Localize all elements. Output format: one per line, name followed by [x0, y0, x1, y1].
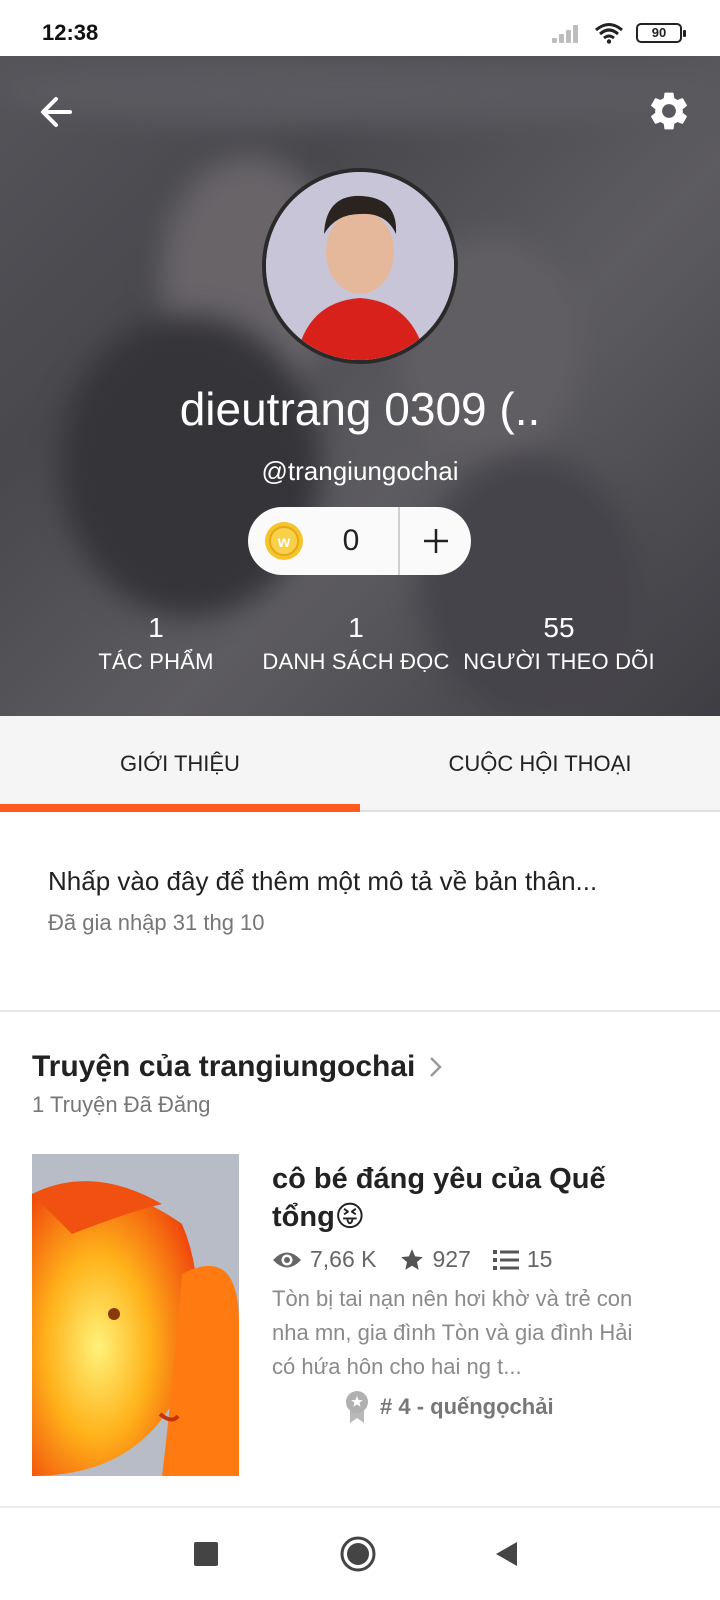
story-cover [32, 1154, 239, 1476]
stat-reading-lists-value: 1 [348, 612, 364, 643]
gear-icon [651, 92, 687, 130]
tab-conversations[interactable]: CUỘC HỘI THOẠI [360, 716, 720, 812]
list-icon [492, 1249, 519, 1270]
back-nav-button[interactable] [484, 1532, 528, 1576]
stat-reading-lists[interactable]: 1 DANH SÁCH ĐỌC [256, 611, 456, 679]
system-nav-bar [0, 1508, 720, 1600]
circle-icon [340, 1536, 376, 1572]
story-votes-count: 927 [432, 1246, 471, 1272]
avatar[interactable] [262, 168, 458, 364]
coin-count: 0 [342, 524, 360, 557]
settings-button[interactable] [646, 88, 692, 134]
svg-text:w: w [277, 534, 291, 551]
plus-icon [423, 529, 448, 553]
story-description: Tòn bị tai nạn nên hơi khờ và trẻ con nh… [272, 1286, 633, 1379]
stories-count: 1 Truyện Đã Đăng [32, 1092, 211, 1117]
stat-works-value: 1 [148, 612, 164, 643]
back-button[interactable] [36, 92, 76, 132]
chevron-right-icon [430, 1057, 443, 1077]
story-parts-count: 15 [526, 1246, 553, 1272]
joined-date: Đã gia nhập 31 thg 10 [48, 910, 265, 935]
about-section: Nhấp vào đây để thêm một mô tả về bản th… [0, 814, 720, 1012]
profile-stats: 1 TÁC PHẨM 1 DANH SÁCH ĐỌC 55 NGƯỜI THEO… [0, 611, 720, 691]
stat-followers[interactable]: 55 NGƯỜI THEO DÕI [456, 611, 662, 679]
battery-icon: 90 [636, 23, 686, 43]
stat-works[interactable]: 1 TÁC PHẨM [86, 611, 226, 679]
add-description-prompt[interactable]: Nhấp vào đây để thêm một mô tả về bản th… [48, 866, 597, 897]
story-rank: # 4 - quếngọchải [344, 1390, 554, 1424]
story-card[interactable]: cô bé đáng yêu của Quế tổng😝 7,66 K 927 … [32, 1154, 688, 1476]
username-handle: @trangiungochai [261, 456, 459, 486]
stat-works-label: TÁC PHẨM [98, 649, 214, 674]
wifi-icon [595, 23, 623, 44]
eye-icon [273, 1252, 301, 1267]
story-views: 7,66 K [272, 1246, 377, 1273]
stories-heading[interactable]: Truyện của trangiungochai [32, 1050, 443, 1084]
stat-followers-label: NGƯỜI THEO DÕI [463, 649, 655, 674]
story-parts: 15 [492, 1246, 553, 1273]
arrow-left-icon [41, 97, 72, 127]
story-views-count: 7,66 K [310, 1246, 377, 1272]
status-bar: 12:38 90 [0, 0, 720, 56]
signal-icon [552, 23, 582, 43]
story-rank-label: # 4 - quếngọchải [380, 1394, 554, 1419]
home-button[interactable] [336, 1532, 380, 1576]
ribbon-badge-icon [346, 1391, 368, 1423]
add-coins-button[interactable] [400, 507, 471, 575]
tab-about[interactable]: GIỚI THIỆU [0, 716, 360, 812]
status-icons: 90 [552, 22, 686, 44]
story-votes: 927 [399, 1246, 471, 1273]
coin-icon: w [265, 522, 303, 560]
stories-heading-label: Truyện của trangiungochai [32, 1050, 416, 1083]
status-time: 12:38 [42, 20, 99, 45]
profile-header: dieutrang 0309 (.. @trangiungochai w 0 1… [0, 56, 720, 716]
stat-followers-value: 55 [543, 612, 575, 643]
display-name: dieutrang 0309 (.. [179, 383, 541, 435]
story-stats: 7,66 K 927 15 [272, 1246, 574, 1273]
square-icon [194, 1542, 218, 1566]
profile-tabs: GIỚI THIỆU CUỘC HỘI THOẠI [0, 716, 720, 812]
triangle-back-icon [496, 1542, 517, 1566]
active-tab-indicator [0, 804, 360, 812]
story-title: cô bé đáng yêu của Quế tổng😝 [272, 1163, 606, 1233]
story-cover-image [32, 1154, 239, 1476]
stat-reading-lists-label: DANH SÁCH ĐỌC [262, 649, 450, 674]
avatar-image [266, 172, 454, 360]
star-icon [400, 1248, 423, 1270]
coin-balance: w 0 [248, 507, 471, 575]
recents-button[interactable] [184, 1532, 228, 1576]
